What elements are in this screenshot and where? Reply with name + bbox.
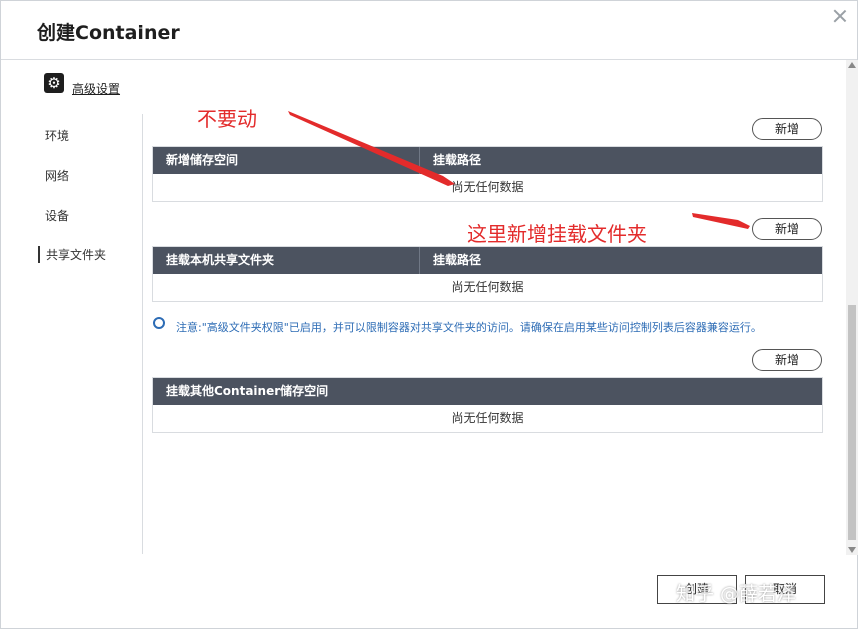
arrow-to-empty-state xyxy=(288,111,455,186)
arrow-to-add-button xyxy=(692,213,750,229)
watermark: 知乎 @薛若泽 xyxy=(676,583,797,605)
annotation-arrows xyxy=(288,111,750,229)
